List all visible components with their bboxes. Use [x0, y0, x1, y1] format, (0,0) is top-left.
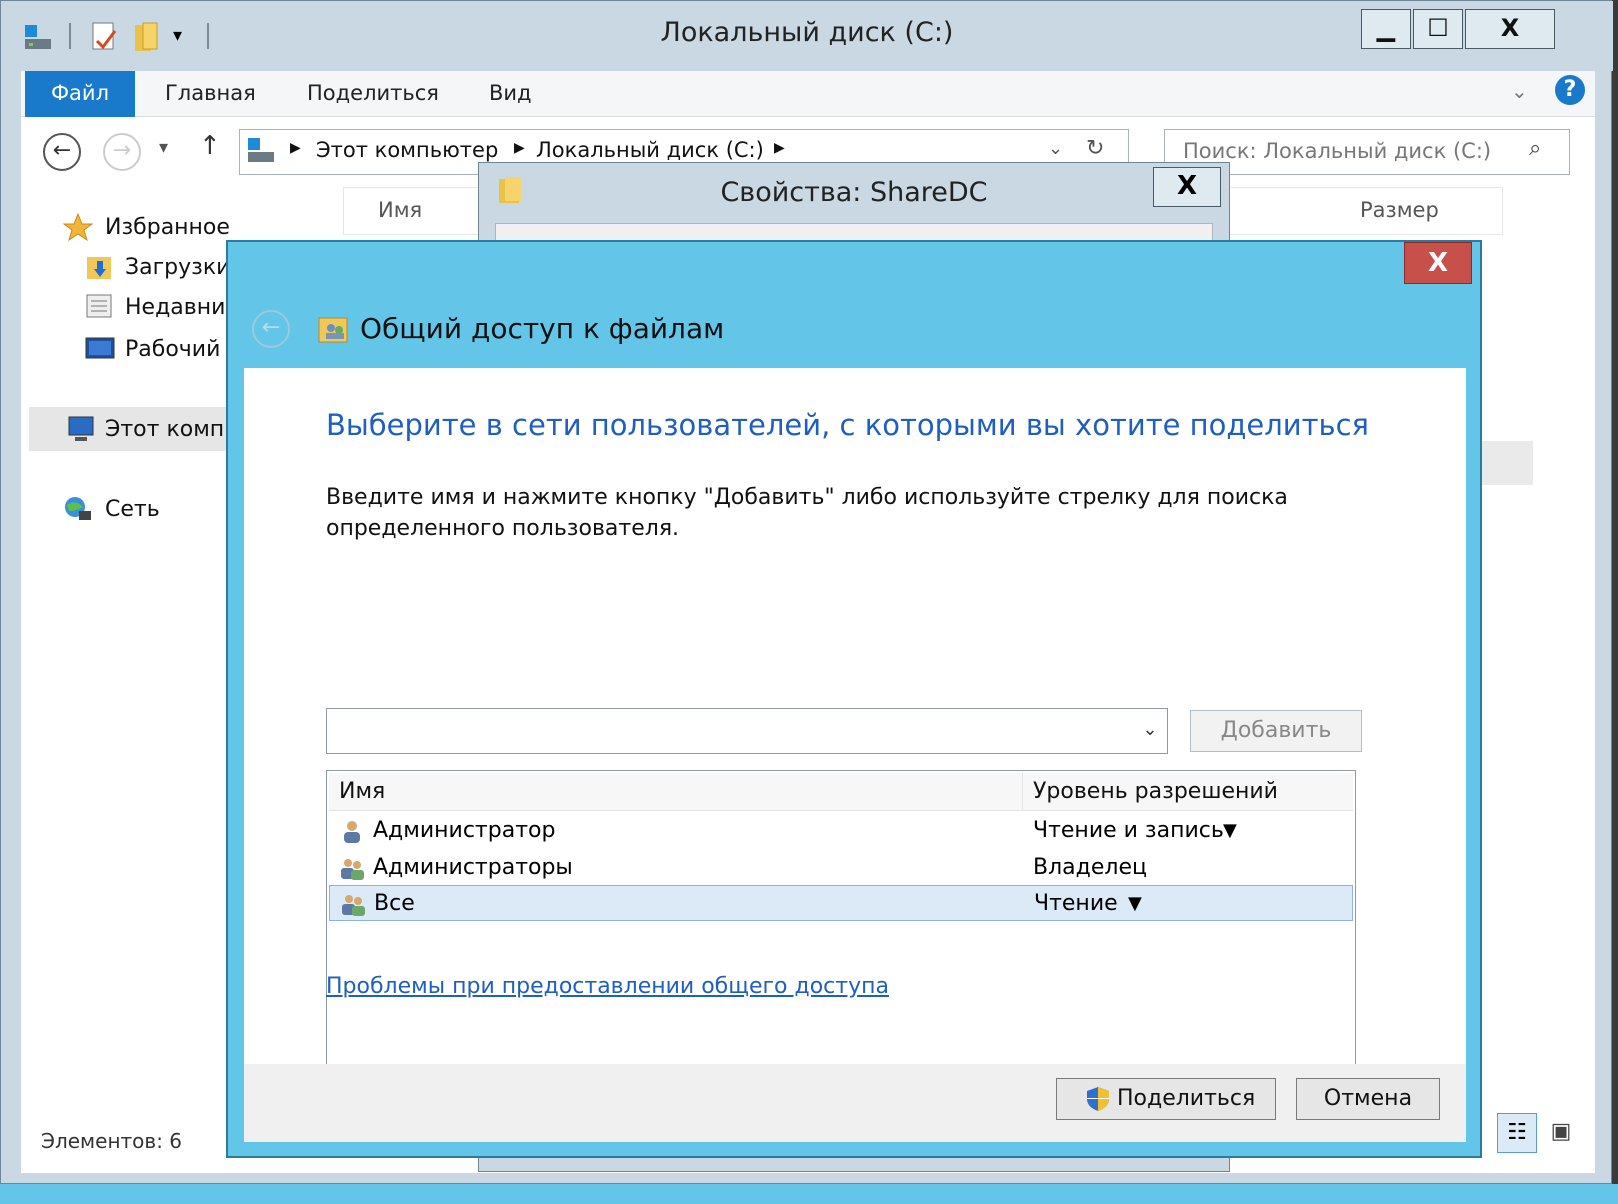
permission-dropdown-icon[interactable]: ▼ [1128, 886, 1142, 922]
permission-dropdown-icon[interactable]: ▼ [1223, 813, 1237, 849]
add-button[interactable]: Добавить [1190, 710, 1362, 752]
ribbon-expand-icon[interactable]: ⌄ [1511, 79, 1528, 103]
row-user-name: Администраторы [373, 855, 573, 880]
row-user-name: Администратор [373, 818, 556, 843]
share-button-label: Поделиться [1117, 1086, 1256, 1111]
user-name-combobox[interactable]: ⌄ [326, 708, 1168, 754]
sidebar-item-favorites[interactable]: Избранное [105, 215, 230, 240]
tab-share[interactable]: Поделиться [307, 81, 439, 105]
details-view-icon[interactable]: ☷ [1497, 1113, 1537, 1153]
properties-title: Свойства: ShareDC [720, 177, 988, 208]
column-header-name[interactable]: Имя [378, 198, 422, 222]
sharing-body: Выберите в сети пользователей, с которым… [244, 368, 1466, 1098]
status-bar-text: Элементов: 6 [41, 1129, 183, 1153]
star-icon [62, 212, 94, 242]
row-permission: Владелец [1033, 855, 1147, 880]
recent-places-icon [85, 293, 115, 321]
tab-view[interactable]: Вид [489, 81, 532, 105]
downloads-folder-icon [85, 253, 115, 281]
large-icons-view-icon[interactable]: ▣ [1543, 1113, 1579, 1153]
recent-locations-icon[interactable]: ▾ [159, 137, 168, 158]
sharing-heading: Выберите в сети пользователей, с которым… [326, 408, 1369, 442]
sharing-close-button[interactable]: X [1404, 242, 1472, 284]
back-icon[interactable]: ← [252, 310, 290, 348]
sidebar-item-network[interactable]: Сеть [105, 497, 160, 522]
forward-icon[interactable]: → [103, 133, 141, 171]
breadcrumb-arrow-icon[interactable]: ▶ [514, 140, 525, 156]
uac-shield-icon [1085, 1086, 1111, 1112]
sharing-instruction: Введите имя и нажмите кнопку "Добавить" … [326, 485, 1288, 541]
computer-icon [246, 136, 276, 166]
desktop-background [0, 1184, 1618, 1204]
table-row[interactable]: Администратор Чтение и запись ▼ [329, 813, 1353, 849]
minimize-button[interactable]: ▁ [1361, 9, 1411, 49]
desktop-icon [85, 335, 115, 363]
sidebar-item-downloads[interactable]: Загрузки [125, 255, 230, 280]
row-permission[interactable]: Чтение [1034, 886, 1118, 922]
cancel-button[interactable]: Отмена [1296, 1078, 1440, 1120]
sharing-problems-link[interactable]: Проблемы при предоставлении общего досту… [326, 974, 889, 999]
search-input[interactable]: Поиск: Локальный диск (C:) [1183, 139, 1491, 163]
ribbon-tabs: Файл Главная Поделиться Вид ⌄ ? [21, 71, 1595, 117]
sharing-users-table: Имя Уровень разрешений Администратор Чте… [326, 770, 1356, 1098]
tab-file[interactable]: Файл [25, 71, 135, 117]
chevron-down-icon[interactable]: ⌄ [1139, 719, 1161, 741]
properties-close-button[interactable]: X [1153, 167, 1221, 207]
sidebar-item-desktop[interactable]: Рабочий [125, 337, 220, 362]
maximize-button[interactable]: ☐ [1413, 9, 1463, 49]
title-bar: ▾ Локальный диск (C:) ▁ ☐ X [1, 1, 1613, 71]
table-row[interactable]: Администраторы Владелец [329, 850, 1353, 886]
table-row-selected[interactable]: Все Чтение ▼ [329, 885, 1353, 921]
help-icon[interactable]: ? [1555, 75, 1585, 105]
search-icon[interactable]: ⌕ [1529, 136, 1541, 161]
group-icon [339, 855, 365, 881]
row-permission[interactable]: Чтение и запись [1033, 813, 1224, 849]
tab-home[interactable]: Главная [165, 81, 256, 105]
close-button[interactable]: X [1465, 9, 1555, 49]
share-button[interactable]: Поделиться [1056, 1078, 1276, 1120]
column-header-permission[interactable]: Уровень разрешений [1023, 773, 1353, 811]
address-dropdown-icon[interactable]: ⌄ [1048, 138, 1063, 159]
back-icon[interactable]: ← [43, 133, 81, 171]
user-icon [339, 818, 365, 844]
sidebar-item-this-pc-label: Этот компь [105, 417, 238, 442]
sharing-footer: Поделиться Отмена [244, 1064, 1466, 1142]
sidebar-item-recent[interactable]: Недавние [125, 295, 239, 320]
row-user-name: Все [374, 891, 415, 916]
up-icon[interactable]: ↑ [199, 131, 221, 161]
network-icon [63, 495, 93, 523]
file-sharing-dialog: X ← Общий доступ к файлам Выберите в сет… [226, 240, 1482, 1158]
breadcrumb-arrow-icon[interactable]: ▶ [290, 140, 301, 156]
computer-icon [65, 415, 95, 443]
column-header-name[interactable]: Имя [329, 773, 1023, 811]
breadcrumb-arrow-icon[interactable]: ▶ [774, 140, 785, 156]
breadcrumb-local-disk[interactable]: Локальный диск (C:) [536, 138, 764, 162]
group-icon [340, 891, 366, 917]
sharing-wizard-icon [318, 314, 350, 344]
breadcrumb-this-pc[interactable]: Этот компьютер [316, 138, 498, 162]
refresh-icon[interactable]: ↻ [1086, 136, 1104, 161]
sharing-dialog-title: Общий доступ к файлам [360, 312, 725, 345]
column-header-size[interactable]: Размер [1360, 198, 1439, 222]
